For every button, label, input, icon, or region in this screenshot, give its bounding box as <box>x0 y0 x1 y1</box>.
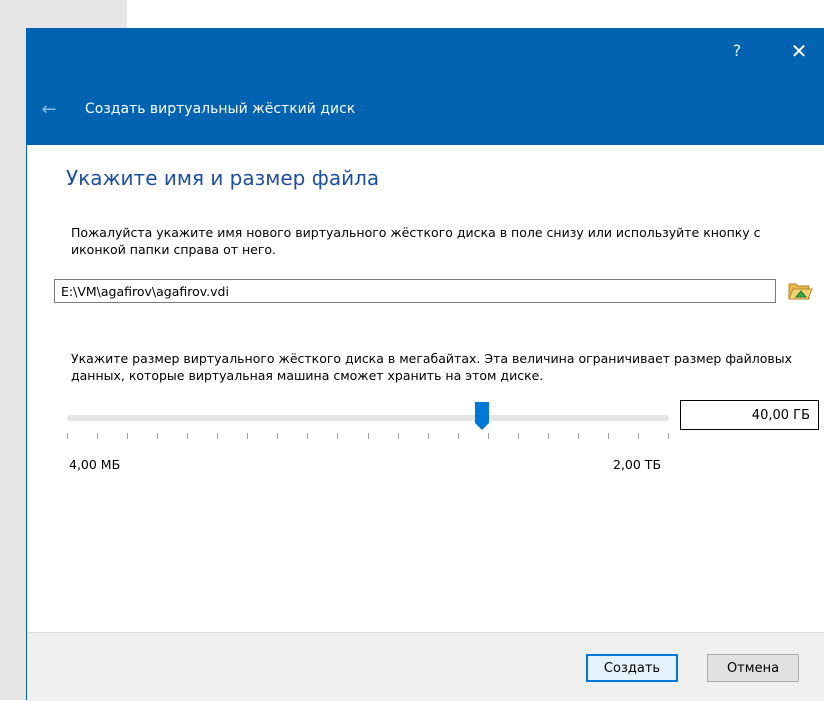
slider-tick <box>217 433 218 439</box>
slider-tick <box>518 433 519 439</box>
slider-tick <box>187 433 188 439</box>
disk-size-description: Укажите размер виртуального жёсткого дис… <box>71 351 793 383</box>
slider-min-label: 4,00 МБ <box>69 457 121 472</box>
slider-tick <box>67 433 68 439</box>
slider-tick <box>458 433 459 439</box>
dialog-titlebar: ? ✕ ← Создать виртуальный жёсткий диск <box>27 28 824 145</box>
file-path-input[interactable] <box>54 279 776 303</box>
slider-ticks <box>67 433 669 443</box>
dialog-footer: Создать Отмена <box>27 632 824 701</box>
wizard-title: Создать виртуальный жёсткий диск <box>85 101 356 117</box>
folder-open-icon[interactable] <box>787 278 813 304</box>
slider-max-label: 2,00 ТБ <box>613 457 662 472</box>
file-name-description: Пожалуйста укажите имя нового виртуально… <box>71 225 761 257</box>
slider-tick <box>277 433 278 439</box>
slider-tick <box>548 433 549 439</box>
slider-tick <box>97 433 98 439</box>
slider-tick <box>127 433 128 439</box>
slider-tick <box>368 433 369 439</box>
disk-size-slider[interactable] <box>67 383 669 439</box>
slider-tick <box>428 433 429 439</box>
back-arrow-icon[interactable]: ← <box>37 98 61 122</box>
disk-size-input[interactable] <box>680 400 819 430</box>
cancel-button[interactable]: Отмена <box>707 654 799 682</box>
close-button[interactable]: ✕ <box>787 37 811 65</box>
slider-tick <box>157 433 158 439</box>
slider-track <box>67 415 669 421</box>
page-heading: Укажите имя и размер файла <box>66 166 380 190</box>
slider-tick <box>307 433 308 439</box>
slider-thumb[interactable] <box>474 401 490 431</box>
slider-tick <box>608 433 609 439</box>
slider-tick <box>488 433 489 439</box>
slider-tick <box>668 433 669 439</box>
slider-tick <box>247 433 248 439</box>
create-virtual-disk-dialog: ? ✕ ← Создать виртуальный жёсткий диск У… <box>26 28 824 701</box>
slider-tick <box>398 433 399 439</box>
create-button[interactable]: Создать <box>586 654 678 682</box>
help-button[interactable]: ? <box>725 37 749 65</box>
slider-tick <box>337 433 338 439</box>
slider-tick <box>578 433 579 439</box>
slider-tick <box>638 433 639 439</box>
